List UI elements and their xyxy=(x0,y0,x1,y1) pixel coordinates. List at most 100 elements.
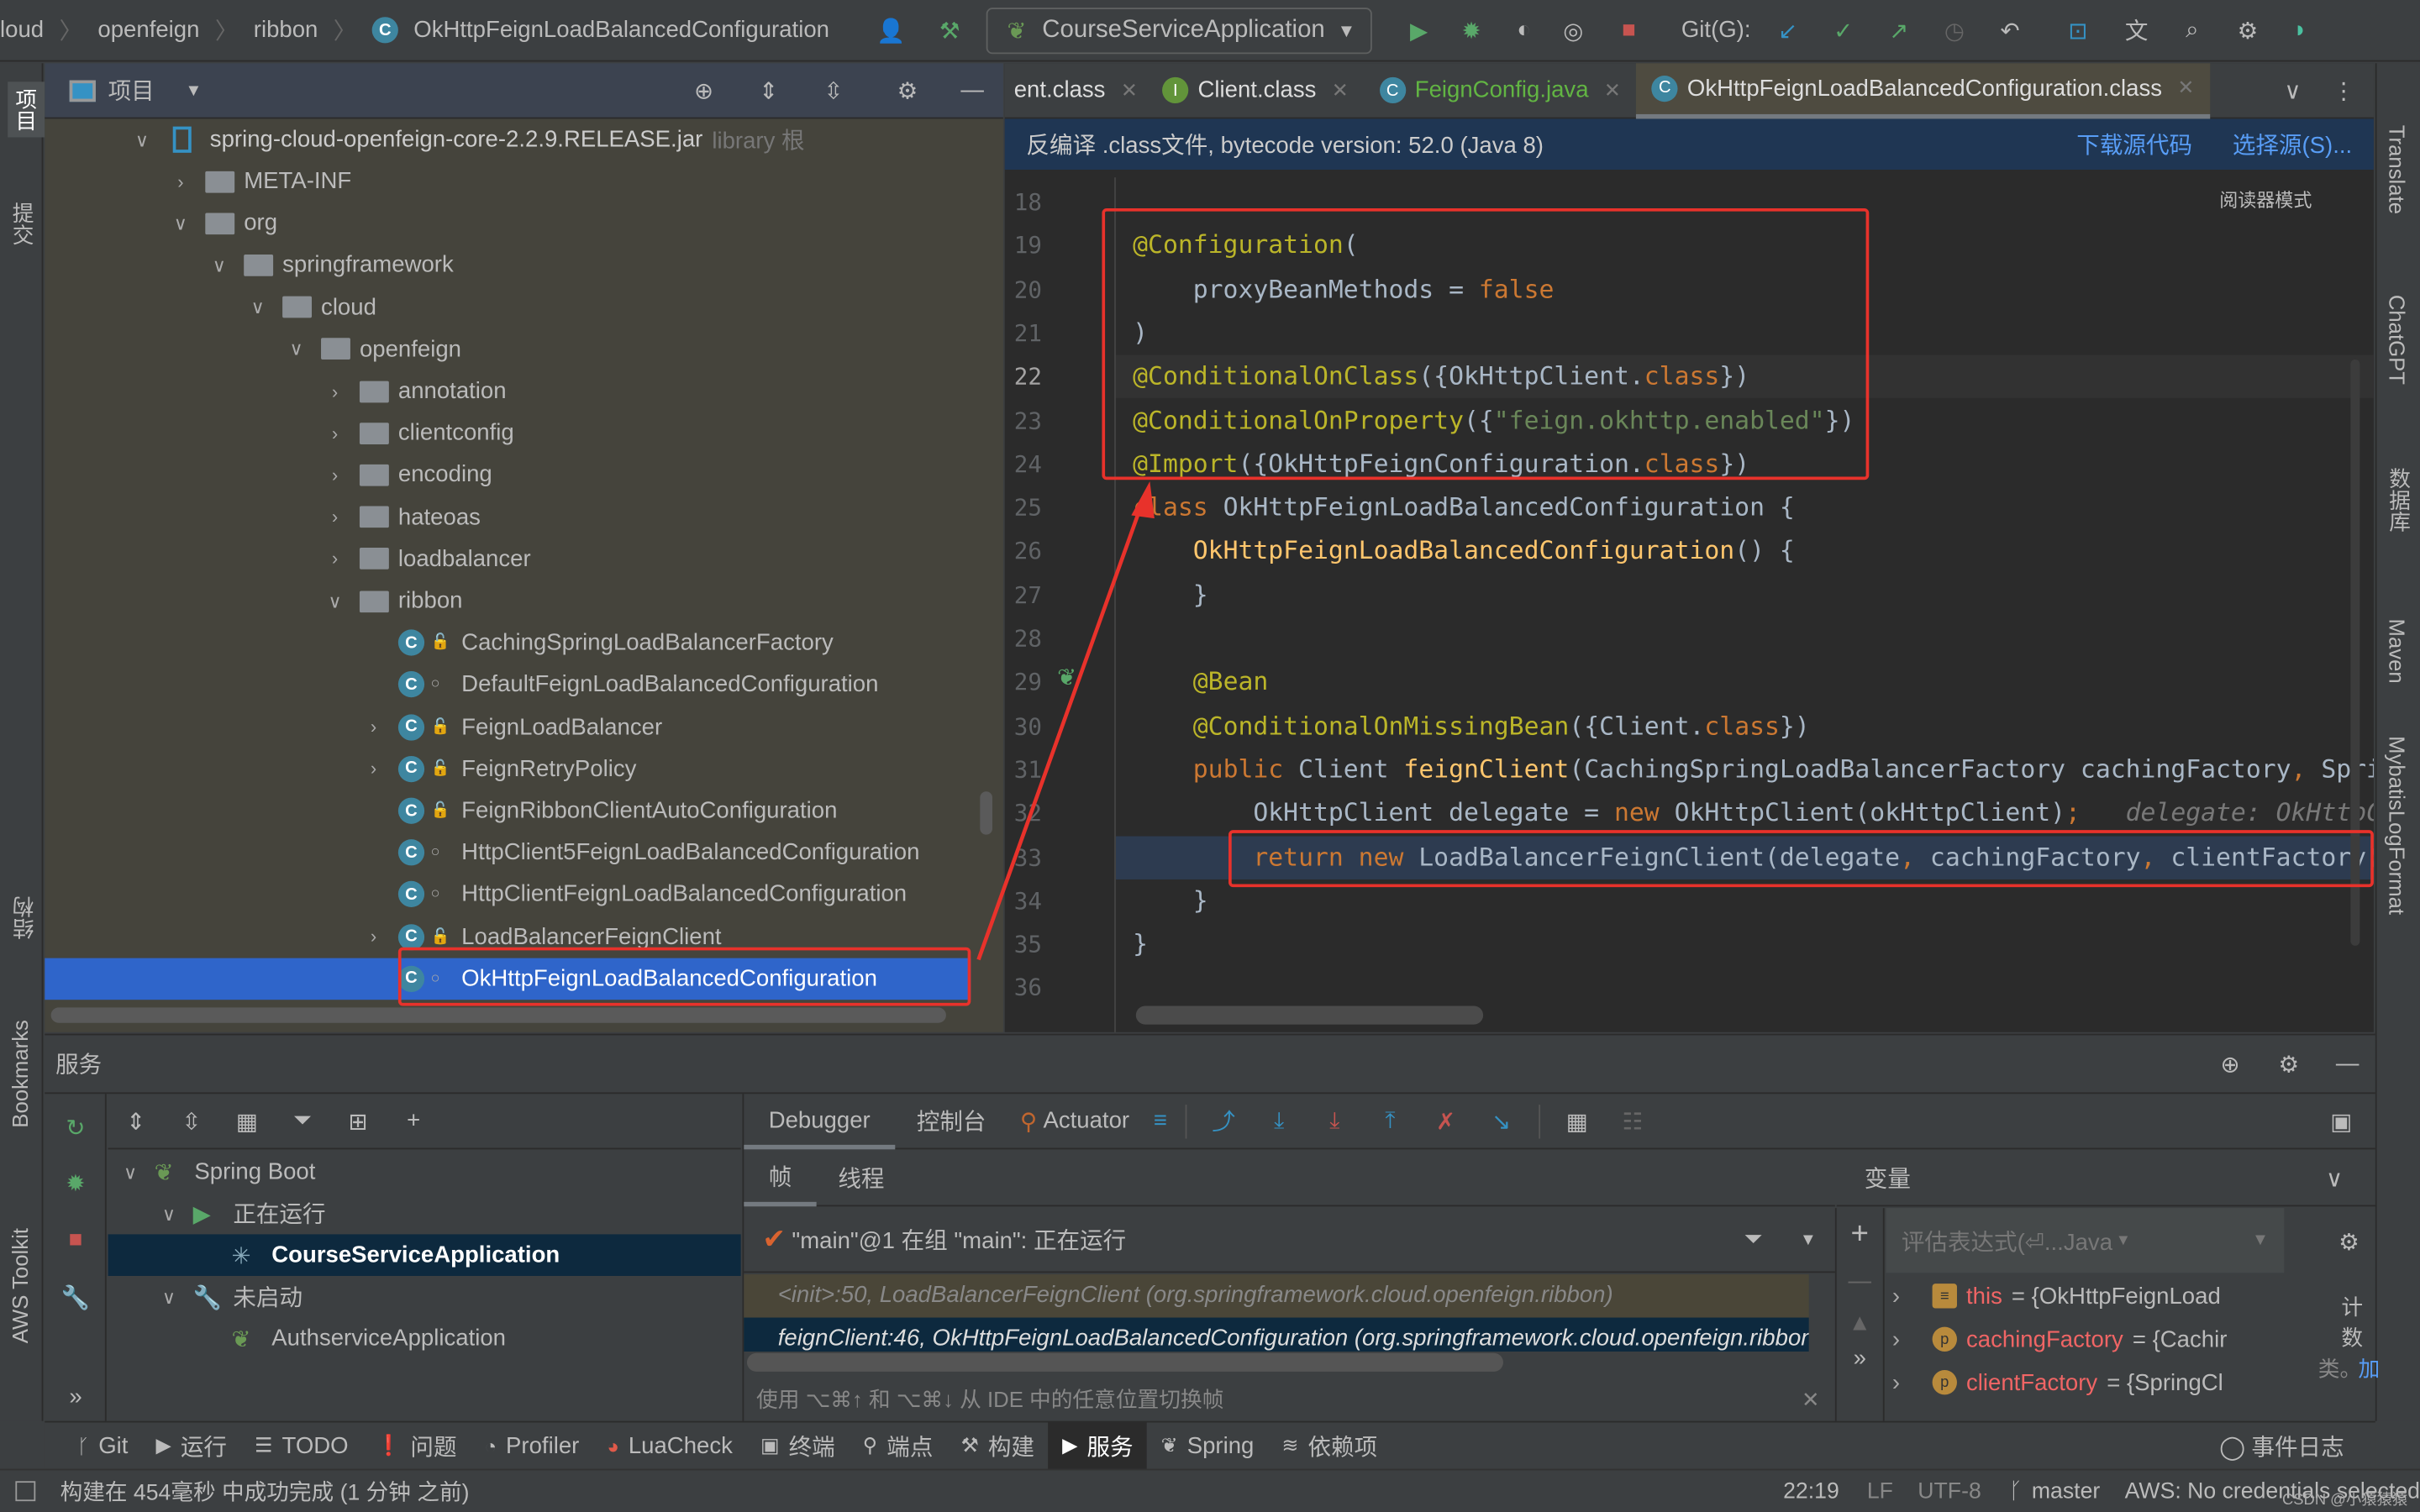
collapse-all-icon[interactable]: ⇳ xyxy=(176,1105,207,1137)
translate-icon[interactable]: 文 xyxy=(2121,14,2152,45)
group-icon[interactable]: ▦ xyxy=(232,1105,263,1137)
variable-row[interactable]: › p cachingFactory = {Cachir xyxy=(1886,1318,2271,1361)
tool-tab-profiler[interactable]: ◔ Profiler xyxy=(471,1422,593,1470)
bean-gutter-icon[interactable]: ❦ xyxy=(1057,664,1076,691)
show-execution-point-icon[interactable]: ⤴ xyxy=(1208,1105,1239,1137)
editor-tab[interactable]: C OkHttpFeignLoadBalancedConfiguration.cl… xyxy=(1636,62,2210,118)
tool-tab-luacheck[interactable]: ◕ LuaCheck xyxy=(593,1422,747,1470)
locate-icon[interactable]: ⊕ xyxy=(688,75,719,106)
collapse-all-icon[interactable]: ⇳ xyxy=(818,75,849,106)
chevron-right-icon[interactable]: › xyxy=(361,716,386,738)
frames-scrollbar[interactable] xyxy=(746,1352,1503,1372)
chevron-right-icon[interactable]: › xyxy=(323,423,347,444)
tree-item[interactable]: › C 🔓 FeignLoadBalancer xyxy=(45,706,955,748)
file-encoding[interactable]: UTF-8 xyxy=(1918,1479,1981,1504)
chevron-down-icon[interactable]: ∨ xyxy=(2326,1164,2343,1192)
git-commit-icon[interactable]: ✓ xyxy=(1828,14,1859,45)
tree-item[interactable]: C 🔓 CachingSpringLoadBalancerFactory xyxy=(45,622,955,664)
editor-tab[interactable]: I Client.class ✕ xyxy=(1147,62,1364,118)
service-tree-item[interactable]: ∨ ▶ 正在运行 xyxy=(108,1193,741,1235)
profiler-icon[interactable]: ◎ xyxy=(1558,14,1589,45)
code-line[interactable]: OkHttpFeignLoadBalancedConfiguration() { xyxy=(1116,530,2374,573)
run-config-select[interactable]: ❦ CourseServiceApplication ▼ xyxy=(986,7,1373,54)
close-icon[interactable]: ✕ xyxy=(1121,78,1138,102)
code-line[interactable]: OkHttpClient delegate = new OkHttpClient… xyxy=(1116,792,2374,835)
minimize-icon[interactable]: — xyxy=(2332,1048,2363,1079)
tree-item[interactable]: C ○ HttpClientFeignLoadBalancedConfigurati… xyxy=(45,874,955,916)
expand-all-icon[interactable]: ⇕ xyxy=(753,75,784,106)
service-tree-item[interactable]: ✳ CourseServiceApplication xyxy=(108,1234,741,1276)
breadcrumb-item[interactable]: loud xyxy=(0,17,44,43)
service-tree-item[interactable]: ∨ ❦ Spring Boot xyxy=(108,1151,741,1193)
stop-icon[interactable]: ■ xyxy=(60,1224,92,1255)
tab-debugger[interactable]: Debugger xyxy=(744,1093,896,1149)
chevron-down-icon[interactable]: ∨ xyxy=(323,591,347,612)
tool-tab-services[interactable]: ▶ 服务 xyxy=(1048,1421,1148,1470)
more-icon[interactable]: » xyxy=(1837,1346,1883,1372)
tree-item[interactable]: › META-INF xyxy=(45,160,955,202)
git-push-icon[interactable]: ↗ xyxy=(1883,14,1914,45)
tab-actuator[interactable]: Actuator xyxy=(1037,1108,1144,1134)
tool-tab-problems[interactable]: ❗ 问题 xyxy=(362,1422,471,1470)
chevron-down-icon[interactable]: ∨ xyxy=(168,213,192,234)
tree-item[interactable]: C ○ DefaultFeignLoadBalancedConfiguration xyxy=(45,664,955,706)
breadcrumb-item[interactable]: OkHttpFeignLoadBalancedConfiguration xyxy=(413,17,829,43)
tool-window-aws-toolkit[interactable]: AWS Toolkit xyxy=(8,1228,32,1343)
chevron-down-icon[interactable]: ∨ xyxy=(162,1286,187,1308)
tool-tab-endpoints[interactable]: ⚲ 端点 xyxy=(849,1422,947,1470)
wrench-icon[interactable]: 🔧 xyxy=(60,1282,92,1313)
tree-item[interactable]: › C 🔓 FeignRetryPolicy xyxy=(45,748,955,790)
rollback-icon[interactable]: ↶ xyxy=(1995,14,2026,45)
chevron-right-icon[interactable]: › xyxy=(323,465,347,486)
code-line[interactable]: } xyxy=(1116,574,2374,617)
tool-tab-run[interactable]: ▶ 运行 xyxy=(142,1422,241,1470)
expand-all-icon[interactable]: ⇕ xyxy=(120,1105,151,1137)
chevron-down-icon[interactable]: ∨ xyxy=(162,1203,187,1225)
breadcrumb-item[interactable]: openfeign xyxy=(97,17,199,43)
remove-watch-icon[interactable]: — xyxy=(1837,1268,1883,1294)
breadcrumb-item[interactable]: ribbon xyxy=(254,17,318,43)
code-line[interactable]: class OkHttpFeignLoadBalancedConfigurati… xyxy=(1116,486,2374,529)
caret-position[interactable]: 22:19 xyxy=(1783,1479,1839,1504)
tree-item[interactable]: ∨ org xyxy=(45,202,955,244)
tree-item[interactable]: ∨ openfeign xyxy=(45,328,955,370)
chevron-down-icon[interactable]: ∨ xyxy=(207,255,231,276)
chevron-right-icon[interactable]: › xyxy=(323,549,347,570)
tree-item[interactable]: › encoding xyxy=(45,454,955,496)
filter-icon[interactable]: ⏷ xyxy=(287,1105,318,1137)
tool-window-maven[interactable]: Maven xyxy=(2385,619,2409,684)
service-tree-item[interactable]: ❦ AuthserviceApplication xyxy=(108,1318,741,1360)
chevron-right-icon[interactable]: › xyxy=(1892,1283,1914,1309)
filter-icon[interactable]: ⏷ xyxy=(1738,1224,1769,1255)
chevron-down-icon[interactable]: ▼ xyxy=(185,81,202,99)
variable-row[interactable]: › p clientFactory = {SpringCl xyxy=(1886,1361,2271,1404)
tab-frames[interactable]: 帧 xyxy=(744,1150,817,1206)
download-sources-link[interactable]: 下载源代码 xyxy=(2076,128,2192,160)
add-icon[interactable]: + xyxy=(398,1105,429,1137)
code-line[interactable]: public Client feignClient(CachingSpringL… xyxy=(1116,748,2374,791)
close-icon[interactable]: ✕ xyxy=(2177,76,2194,100)
rerun-icon[interactable]: ↻ xyxy=(60,1112,92,1143)
editor-tab[interactable]: C FeignConfig.java ✕ xyxy=(1364,62,1636,118)
tree-item[interactable]: C 🔓 FeignRibbonClientAutoConfiguration xyxy=(45,790,955,832)
close-icon[interactable]: ✕ xyxy=(1604,78,1621,102)
tool-window-database[interactable]: 数据库 xyxy=(2385,468,2416,533)
history-icon[interactable]: ◷ xyxy=(1939,14,1970,45)
chevron-right-icon[interactable]: › xyxy=(361,926,386,948)
frame-row-selected[interactable]: feignClient:46, OkHttpFeignLoadBalancedC… xyxy=(744,1317,1809,1352)
code-line[interactable]: } xyxy=(1116,923,2374,966)
frame-row[interactable]: <init>:50, LoadBalancerFeignClient (org.… xyxy=(744,1274,1809,1318)
tree-root[interactable]: ∨ spring-cloud-openfeign-core-2.2.9.RELE… xyxy=(129,118,805,160)
user-icon[interactable]: 👤 xyxy=(876,14,907,45)
code-line[interactable] xyxy=(1116,967,2374,1010)
more-icon[interactable]: » xyxy=(60,1381,92,1412)
tab-console[interactable]: 控制台 xyxy=(895,1105,1007,1137)
close-icon[interactable]: ✕ xyxy=(1802,1386,1820,1412)
drop-frame-icon[interactable]: ✗ xyxy=(1430,1105,1461,1137)
gear-icon[interactable]: ⚙ xyxy=(2333,1226,2365,1257)
horizontal-scrollbar[interactable] xyxy=(50,1007,946,1023)
thread-selector[interactable]: ✔ "main"@1 在组 "main": 正在运行 ⏷ ▼ xyxy=(744,1208,1835,1273)
event-log-button[interactable]: ◯ 事件日志 xyxy=(2219,1431,2344,1463)
more-options-icon[interactable]: ⋮ xyxy=(2332,76,2355,104)
evaluate-icon[interactable]: ▦ xyxy=(1561,1105,1592,1137)
